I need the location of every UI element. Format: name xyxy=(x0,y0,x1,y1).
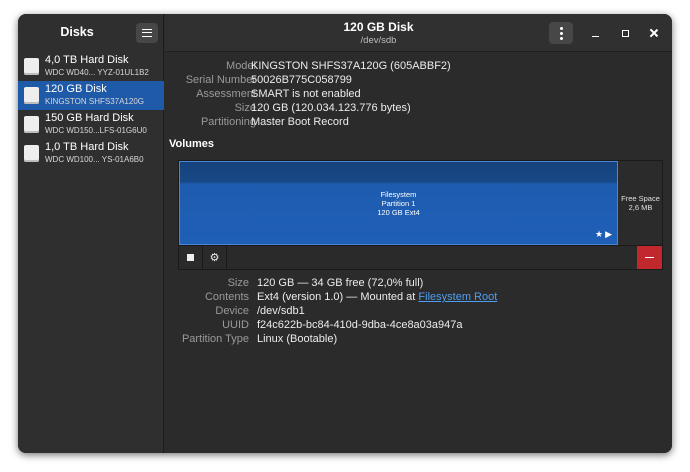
maximize-icon xyxy=(621,29,629,37)
close-icon xyxy=(650,29,658,37)
star-icon: ★ xyxy=(595,229,604,239)
main-menu-button[interactable] xyxy=(136,23,158,43)
contents-label: Contents xyxy=(204,291,249,303)
unmount-button[interactable] xyxy=(179,246,203,269)
disk-device-path: /dev/sdb xyxy=(360,35,397,46)
kebab-menu-icon xyxy=(559,26,563,30)
partition-name: Partition 1 xyxy=(381,198,416,208)
disk-model: WDC WD100... YS-01A6B0 xyxy=(45,155,144,164)
delete-partition-button[interactable] xyxy=(637,246,662,269)
device-value: /dev/sdb1 xyxy=(257,305,305,317)
filesystem-root-link[interactable]: Filesystem Root xyxy=(418,291,497,303)
serial-value: 50026B775C058799 xyxy=(251,74,352,86)
hamburger-menu-icon xyxy=(142,29,152,37)
header-bar: 120 GB Disk /dev/sdb xyxy=(165,14,672,52)
disk-list: 4,0 TB Hard Disk WDC WD40... YYZ-01UL1B2… xyxy=(18,52,164,168)
disk-menu-button[interactable] xyxy=(549,22,573,44)
partition-size-label: Size xyxy=(227,277,249,289)
play-icon: ▶ xyxy=(605,229,612,239)
disk-icon xyxy=(24,145,39,162)
partition-type-label: Partition Type xyxy=(181,333,249,345)
contents-text: Ext4 (version 1.0) — Mounted at xyxy=(257,291,419,303)
disk-name: 150 GB Hard Disk xyxy=(45,112,134,124)
minimize-icon xyxy=(591,35,599,37)
partition-options-button[interactable]: ⚙ xyxy=(203,246,227,269)
partition-type: Filesystem xyxy=(380,189,417,199)
disk-item-150gb[interactable]: 150 GB Hard Disk WDC WD150...LFS-01G6U0 xyxy=(18,110,164,139)
minimize-button[interactable] xyxy=(588,26,602,40)
assessment-value: SMART is not enabled xyxy=(251,88,361,100)
disk-model: WDC WD150...LFS-01G6U0 xyxy=(45,126,147,135)
sidebar-header: Disks xyxy=(18,14,163,52)
volumes-map: Filesystem Partition 1 120 GB Ext4 ★ ▶ F… xyxy=(178,160,663,246)
uuid-value: f24c622b-bc84-410d-9dba-4ce8a03a947a xyxy=(257,319,463,331)
disk-icon xyxy=(24,58,39,75)
disk-item-1tb[interactable]: 1,0 TB Hard Disk WDC WD100... YS-01A6B0 xyxy=(18,139,164,168)
disk-size-value: 120 GB (120.034.123.776 bytes) xyxy=(251,102,411,114)
disks-window: Disks 4,0 TB Hard Disk WDC WD40... YYZ-0… xyxy=(18,14,672,453)
partitioning-value: Master Boot Record xyxy=(251,116,349,128)
assessment-label: Assessment xyxy=(196,88,256,100)
disk-model: WDC WD40... YYZ-01UL1B2 xyxy=(45,68,149,77)
gears-icon: ⚙ xyxy=(209,252,220,264)
partitioning-label: Partitioning xyxy=(200,116,256,128)
free-space-size: 2,6 MB xyxy=(628,203,653,212)
model-value: KINGSTON SHFS37A120G (605ABBF2) xyxy=(251,60,451,72)
disk-item-120gb[interactable]: 120 GB Disk KINGSTON SHFS37A120G xyxy=(18,81,164,110)
free-space-label: Free Space xyxy=(621,194,660,203)
disk-name: 1,0 TB Hard Disk xyxy=(45,141,129,153)
disk-title: 120 GB Disk xyxy=(343,20,414,34)
stop-icon xyxy=(187,254,194,261)
disk-model: KINGSTON SHFS37A120G xyxy=(45,97,144,106)
sidebar-title: Disks xyxy=(60,25,94,39)
partition-status-icons: ★ ▶ xyxy=(595,229,612,240)
partition-1-block[interactable]: Filesystem Partition 1 120 GB Ext4 ★ ▶ xyxy=(179,161,618,245)
partition-size-value: 120 GB — 34 GB free (72,0% full) xyxy=(257,277,424,289)
close-button[interactable] xyxy=(647,26,661,40)
sidebar: Disks 4,0 TB Hard Disk WDC WD40... YYZ-0… xyxy=(18,14,164,453)
contents-value: Ext4 (version 1.0) — Mounted at Filesyst… xyxy=(257,291,497,303)
serial-label: Serial Number xyxy=(185,74,256,86)
uuid-label: UUID xyxy=(222,319,249,331)
disk-icon xyxy=(24,116,39,133)
partition-type-value: Linux (Bootable) xyxy=(257,333,338,345)
volumes-title: Volumes xyxy=(169,138,215,150)
partition-size: 120 GB Ext4 xyxy=(377,207,420,217)
volume-toolbar: ⚙ xyxy=(178,246,663,270)
main-panel: 120 GB Disk /dev/sdb Model KINGSTON SHFS… xyxy=(165,14,672,453)
minus-icon xyxy=(645,257,654,258)
device-label: Device xyxy=(215,305,249,317)
disk-item-4tb[interactable]: 4,0 TB Hard Disk WDC WD40... YYZ-01UL1B2 xyxy=(18,52,164,81)
maximize-button[interactable] xyxy=(618,26,632,40)
disk-icon xyxy=(24,87,39,104)
free-space-block[interactable]: Free Space 2,6 MB xyxy=(619,161,662,245)
disk-name: 120 GB Disk xyxy=(45,83,107,95)
disk-name: 4,0 TB Hard Disk xyxy=(45,54,129,66)
